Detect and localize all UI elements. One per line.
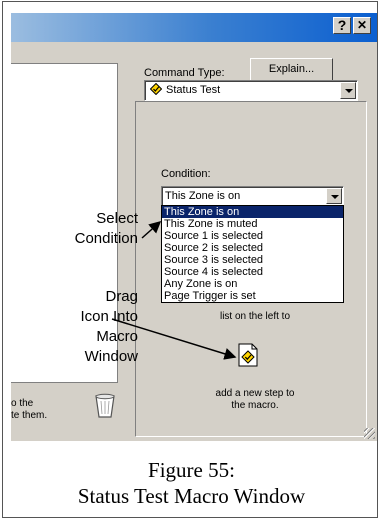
callout-arrows bbox=[111, 221, 237, 360]
select-arrow bbox=[141, 221, 162, 239]
figure-title: Status Test Macro Window bbox=[77, 484, 306, 508]
figure-number: Figure 55: bbox=[148, 458, 235, 482]
drag-arrow bbox=[111, 318, 237, 360]
